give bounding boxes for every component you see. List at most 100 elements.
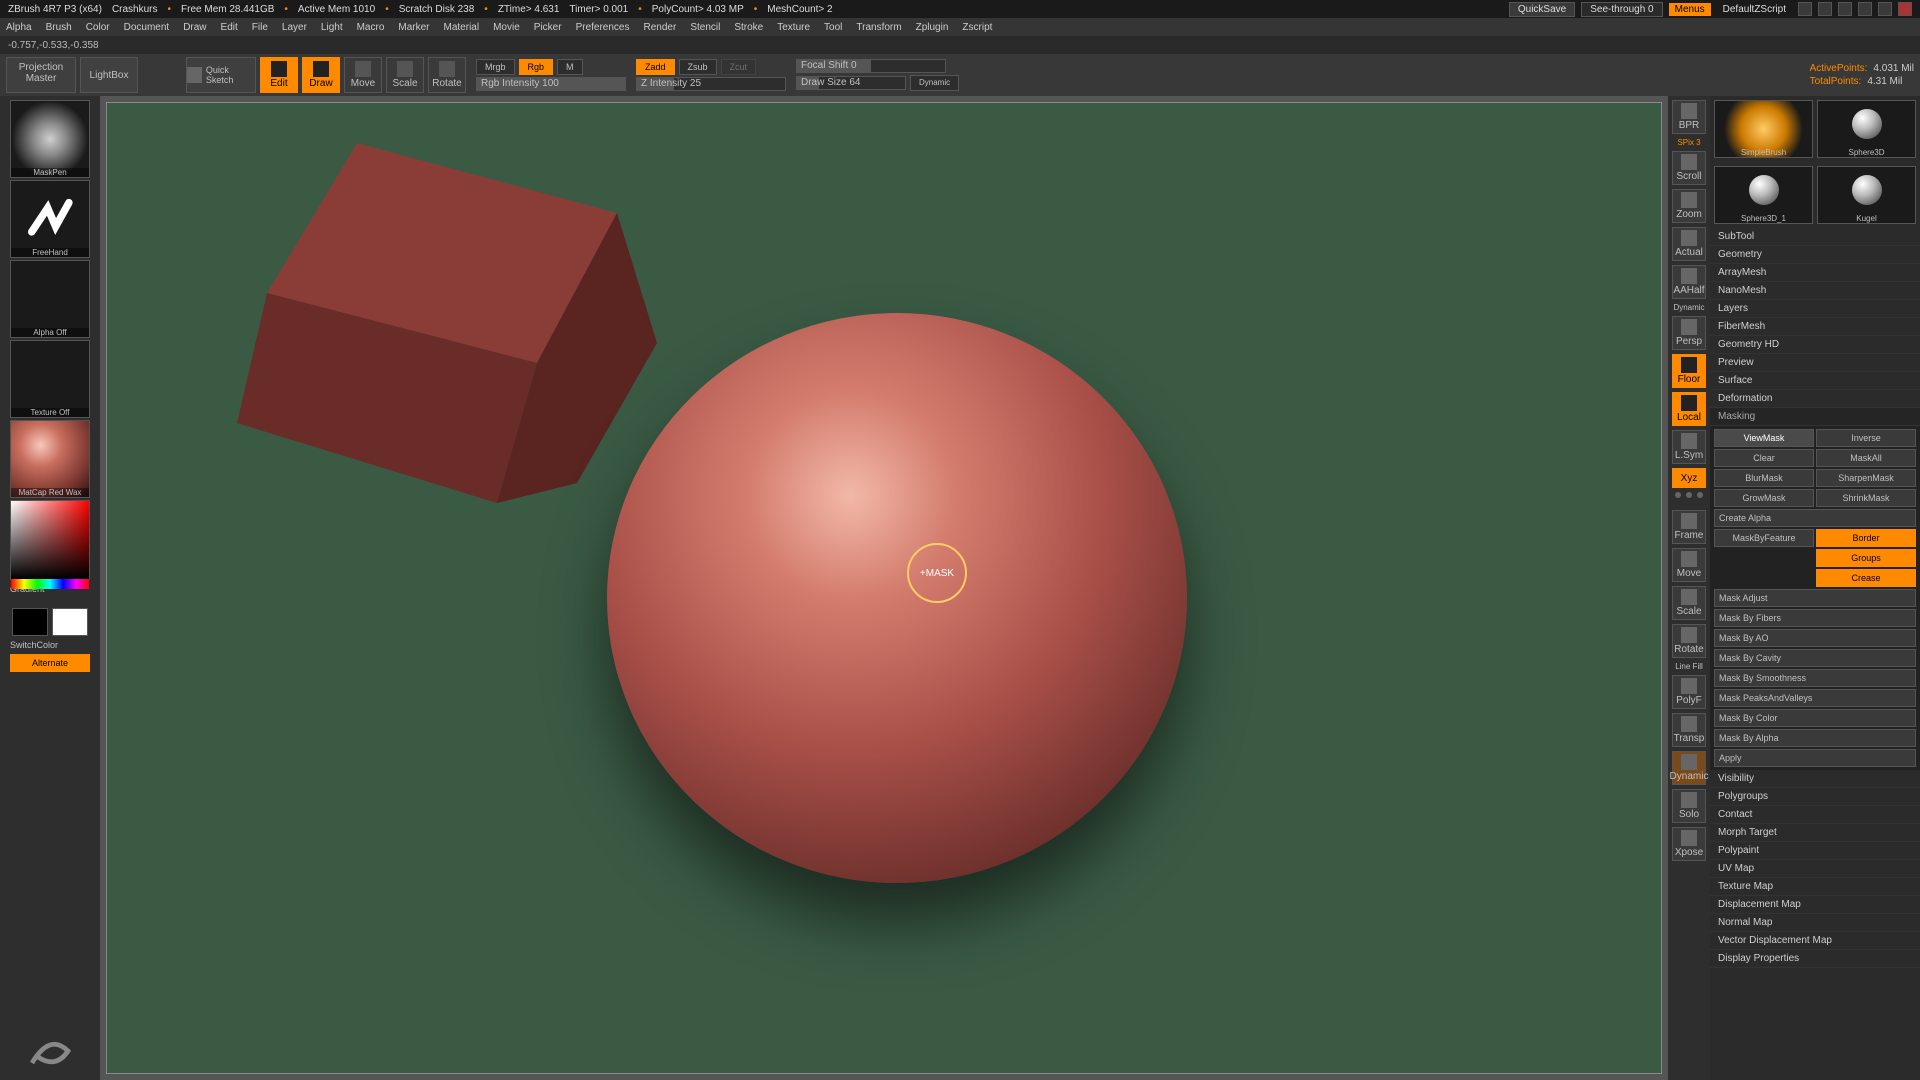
lsym-button[interactable]: L.Sym <box>1672 430 1706 464</box>
nav-rotate-button[interactable]: Rotate <box>1672 624 1706 658</box>
menu-edit[interactable]: Edit <box>221 22 238 33</box>
section-geometry[interactable]: Geometry <box>1710 246 1920 264</box>
menu-light[interactable]: Light <box>321 22 343 33</box>
tool-thumb-3[interactable]: Sphere3D_1 <box>1714 166 1813 224</box>
clear-button[interactable]: Clear <box>1714 449 1814 467</box>
secondary-color-swatch[interactable] <box>12 608 48 636</box>
aahalf-button[interactable]: AAHalf <box>1672 265 1706 299</box>
material-thumbnail[interactable]: MatCap Red Wax <box>10 420 90 498</box>
maximize-button[interactable] <box>1878 2 1892 16</box>
growmask-button[interactable]: GrowMask <box>1714 489 1814 507</box>
polyf-button[interactable]: PolyF <box>1672 675 1706 709</box>
solo-button[interactable]: Solo <box>1672 789 1706 823</box>
draw-size-slider[interactable]: Draw Size 64 <box>796 76 906 90</box>
menu-picker[interactable]: Picker <box>534 22 562 33</box>
bpr-button[interactable]: BPR <box>1672 100 1706 134</box>
m-button[interactable]: M <box>557 59 583 75</box>
lightbox-button[interactable]: LightBox <box>80 57 138 93</box>
section-texturemap[interactable]: Texture Map <box>1710 878 1920 896</box>
seethrough-slider[interactable]: See-through 0 <box>1581 2 1662 17</box>
draw-mode-button[interactable]: Draw <box>302 57 340 93</box>
focal-shift-slider[interactable]: Focal Shift 0 <box>796 59 946 73</box>
maskall-button[interactable]: MaskAll <box>1816 449 1916 467</box>
maskpeaks-button[interactable]: Mask PeaksAndValleys <box>1714 689 1916 707</box>
alternate-button[interactable]: Alternate <box>10 654 90 672</box>
nav-dynamic-button[interactable]: Dynamic <box>1672 751 1706 785</box>
window-button-2[interactable] <box>1818 2 1832 16</box>
menu-macro[interactable]: Macro <box>357 22 385 33</box>
menu-file[interactable]: File <box>252 22 268 33</box>
zcut-button[interactable]: Zcut <box>721 59 757 75</box>
section-deformation[interactable]: Deformation <box>1710 390 1920 408</box>
menu-document[interactable]: Document <box>124 22 170 33</box>
default-zscript[interactable]: DefaultZScript <box>1717 3 1792 16</box>
zadd-button[interactable]: Zadd <box>636 59 675 75</box>
switchcolor-button[interactable]: SwitchColor <box>10 638 90 652</box>
apply-button[interactable]: Apply <box>1714 749 1916 767</box>
persp-button[interactable]: Persp <box>1672 316 1706 350</box>
primary-color-swatch[interactable] <box>52 608 88 636</box>
menu-alpha[interactable]: Alpha <box>6 22 32 33</box>
nav-scale-button[interactable]: Scale <box>1672 586 1706 620</box>
color-picker[interactable] <box>10 500 90 580</box>
mrgb-button[interactable]: Mrgb <box>476 59 515 75</box>
section-uvmap[interactable]: UV Map <box>1710 860 1920 878</box>
createalpha-button[interactable]: Create Alpha <box>1714 509 1916 527</box>
maskbycavity-button[interactable]: Mask By Cavity <box>1714 649 1916 667</box>
menu-material[interactable]: Material <box>444 22 480 33</box>
frame-button[interactable]: Frame <box>1672 510 1706 544</box>
section-subtool[interactable]: SubTool <box>1710 228 1920 246</box>
hue-strip[interactable] <box>11 579 89 589</box>
menu-brush[interactable]: Brush <box>46 22 72 33</box>
menu-texture[interactable]: Texture <box>777 22 810 33</box>
section-vectordispmap[interactable]: Vector Displacement Map <box>1710 932 1920 950</box>
maskbysmoothness-button[interactable]: Mask By Smoothness <box>1714 669 1916 687</box>
minimize-button[interactable] <box>1858 2 1872 16</box>
menu-layer[interactable]: Layer <box>282 22 307 33</box>
section-contact[interactable]: Contact <box>1710 806 1920 824</box>
maskbyfibers-button[interactable]: Mask By Fibers <box>1714 609 1916 627</box>
groups-button[interactable]: Groups <box>1816 549 1916 567</box>
shrinkmask-button[interactable]: ShrinkMask <box>1816 489 1916 507</box>
section-surface[interactable]: Surface <box>1710 372 1920 390</box>
maskadjust-button[interactable]: Mask Adjust <box>1714 589 1916 607</box>
section-displacementmap[interactable]: Displacement Map <box>1710 896 1920 914</box>
menu-stencil[interactable]: Stencil <box>690 22 720 33</box>
border-button[interactable]: Border <box>1816 529 1916 547</box>
spix-label[interactable]: SPix 3 <box>1677 138 1700 147</box>
section-polygroups[interactable]: Polygroups <box>1710 788 1920 806</box>
zoom-button[interactable]: Zoom <box>1672 189 1706 223</box>
xyz-button[interactable]: Xyz <box>1672 468 1706 488</box>
scale-mode-button[interactable]: Scale <box>386 57 424 93</box>
section-polypaint[interactable]: Polypaint <box>1710 842 1920 860</box>
quicksave-button[interactable]: QuickSave <box>1509 2 1575 17</box>
section-visibility[interactable]: Visibility <box>1710 770 1920 788</box>
menus-toggle[interactable]: Menus <box>1669 3 1711 16</box>
maskbyfeature-button[interactable]: MaskByFeature <box>1714 529 1814 547</box>
section-fibermesh[interactable]: FiberMesh <box>1710 318 1920 336</box>
menu-tool[interactable]: Tool <box>824 22 842 33</box>
rgb-button[interactable]: Rgb <box>519 59 554 75</box>
floor-button[interactable]: Floor <box>1672 354 1706 388</box>
window-button-1[interactable] <box>1798 2 1812 16</box>
section-masking[interactable]: Masking <box>1710 408 1920 426</box>
menu-render[interactable]: Render <box>644 22 677 33</box>
inverse-button[interactable]: Inverse <box>1816 429 1916 447</box>
tool-thumb-2[interactable]: Sphere3D <box>1817 100 1916 158</box>
maskbyao-button[interactable]: Mask By AO <box>1714 629 1916 647</box>
projection-master-button[interactable]: Projection Master <box>6 57 76 93</box>
quicksketch-button[interactable]: Quick Sketch <box>186 57 256 93</box>
menu-preferences[interactable]: Preferences <box>576 22 630 33</box>
menu-color[interactable]: Color <box>86 22 110 33</box>
window-button-3[interactable] <box>1838 2 1852 16</box>
edit-mode-button[interactable]: Edit <box>260 57 298 93</box>
axis-dots[interactable] <box>1672 492 1706 506</box>
z-intensity-slider[interactable]: Z Intensity 25 <box>636 77 786 91</box>
blurmask-button[interactable]: BlurMask <box>1714 469 1814 487</box>
move-mode-button[interactable]: Move <box>344 57 382 93</box>
alpha-thumbnail[interactable]: Alpha Off <box>10 260 90 338</box>
section-geometryhd[interactable]: Geometry HD <box>1710 336 1920 354</box>
transp-button[interactable]: Transp <box>1672 713 1706 747</box>
crease-button[interactable]: Crease <box>1816 569 1916 587</box>
actual-button[interactable]: Actual <box>1672 227 1706 261</box>
